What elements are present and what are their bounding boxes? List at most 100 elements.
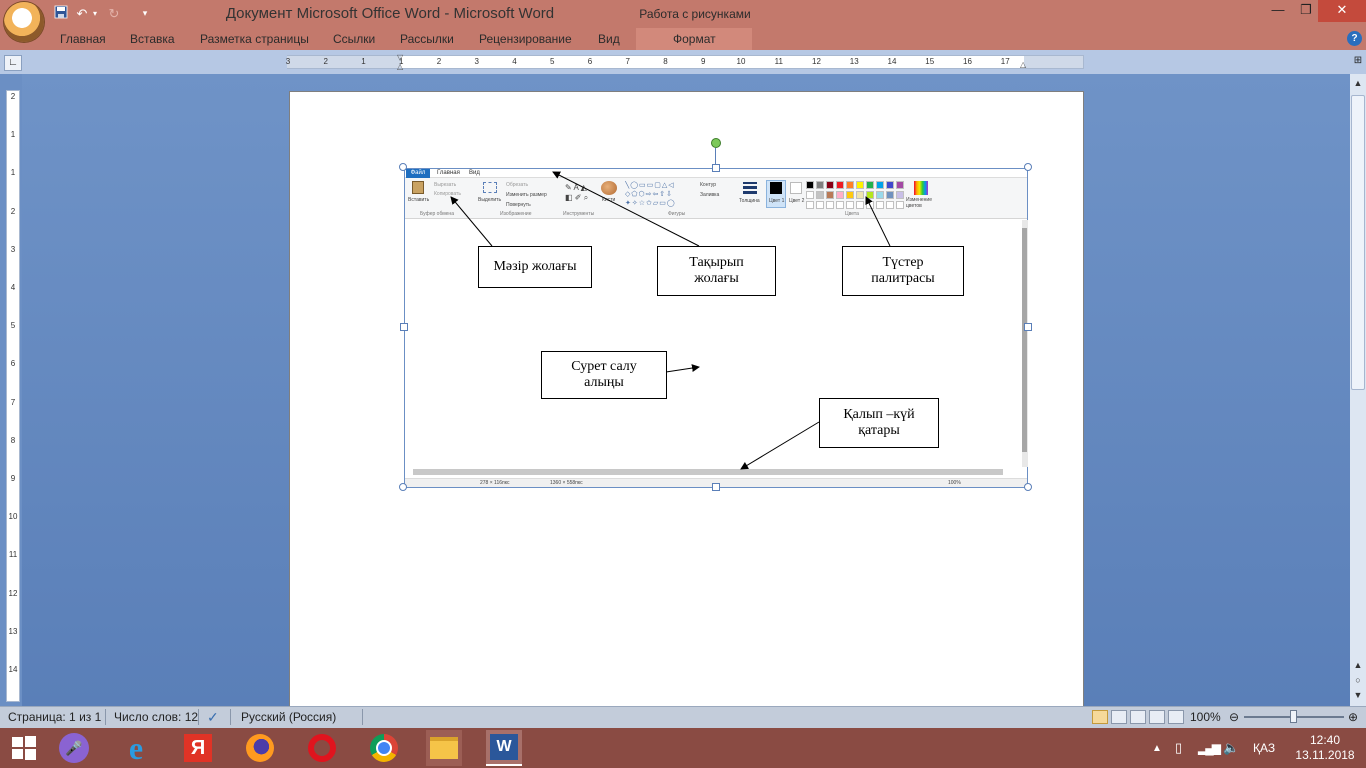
callout-menu-bar: Мәзір жолағы <box>478 246 592 288</box>
ruler-tick-label: 6 <box>587 57 593 66</box>
tab-stop-selector[interactable]: ∟ <box>4 55 22 71</box>
zoom-in-icon[interactable]: ⊕ <box>1348 706 1360 728</box>
browse-object-icon[interactable]: ○ <box>1351 673 1365 687</box>
resize-handle-top[interactable] <box>712 164 720 172</box>
word-icon[interactable]: W <box>486 730 522 766</box>
firefox-icon[interactable] <box>242 730 278 766</box>
tab-view[interactable]: Вид <box>598 28 620 50</box>
start-icon[interactable] <box>6 730 42 766</box>
palette-color-swatch <box>876 181 884 189</box>
chrome-icon[interactable] <box>366 730 402 766</box>
palette-color-swatch <box>826 181 834 189</box>
language-indicator[interactable]: Русский (Россия) <box>241 706 336 728</box>
customize-quick-access-icon[interactable]: ▾ <box>136 5 154 22</box>
palette-color-swatch <box>856 191 864 199</box>
tab-mailings[interactable]: Рассылки <box>400 28 454 50</box>
ruler-tick-label: 9 <box>701 57 706 66</box>
paint-rotate-label: Повернуть <box>506 202 531 208</box>
ruler-tick-label: 17 <box>1000 57 1010 66</box>
clock[interactable]: 12:40 13.11.2018 <box>1295 728 1354 768</box>
ruler-tick-label: 14 <box>887 57 897 66</box>
resize-handle-top-left[interactable] <box>399 163 407 171</box>
vertical-ruler[interactable] <box>6 90 20 702</box>
right-indent-marker-icon[interactable]: △ <box>1020 60 1028 69</box>
cortana-icon[interactable]: 🎤 <box>56 730 92 766</box>
paint-tools-icons: ✎ A ◭ ◧ ✐ ⌕ <box>565 183 589 202</box>
paint-zoom: 100% <box>948 480 961 486</box>
custom-color-slot <box>846 201 854 209</box>
outline-view-icon[interactable] <box>1149 710 1165 724</box>
scroll-up-icon[interactable]: ▲ <box>1351 76 1365 90</box>
zoom-level[interactable]: 100% <box>1190 706 1221 728</box>
palette-color-swatch <box>896 191 904 199</box>
rotate-handle[interactable] <box>711 138 721 148</box>
tools-group-label: Инструменты <box>563 211 595 217</box>
ruler-tick-label: 12 <box>812 57 821 66</box>
full-screen-reading-view-icon[interactable] <box>1111 710 1127 724</box>
office-button[interactable] <box>4 2 44 42</box>
palette-color-swatch <box>896 181 904 189</box>
callout-title-bar: Тақырып жолағы <box>657 246 776 296</box>
ruler-tick-label: 1 <box>10 168 16 178</box>
tab-home[interactable]: Главная <box>60 28 106 50</box>
indent-marker-icon[interactable]: ▽ △ <box>397 53 405 71</box>
next-page-icon[interactable]: ▼ <box>1351 688 1365 702</box>
shapes-gallery: ╲◯▭▭▢△◁ ◇⬠⬡⇨⇦⇧⇩ ✦✧☆✩▱▭◯ <box>625 182 676 207</box>
battery-icon[interactable]: ▯ <box>1175 728 1182 768</box>
view-ruler-icon[interactable]: ⊞ <box>1351 55 1365 69</box>
tab-review[interactable]: Рецензирование <box>479 28 572 50</box>
paint-hscroll-thumb <box>413 469 1003 475</box>
paint-size-label: Толщина <box>739 198 760 204</box>
tab-page-layout[interactable]: Разметка страницы <box>200 28 309 50</box>
previous-page-icon[interactable]: ▲ <box>1351 658 1365 672</box>
language-tray[interactable]: ҚАЗ <box>1253 728 1275 768</box>
proofing-icon[interactable]: ✓ <box>207 706 225 728</box>
palette-color-swatch <box>846 191 854 199</box>
scroll-thumb[interactable] <box>1351 95 1365 390</box>
resize-handle-right[interactable] <box>1024 323 1032 331</box>
window-title: Документ Microsoft Office Word - Microso… <box>225 5 555 22</box>
zoom-slider-thumb[interactable] <box>1290 710 1297 723</box>
custom-color-slot <box>826 201 834 209</box>
save-icon[interactable] <box>52 5 70 22</box>
clipboard-group-label: Буфер обмена <box>420 211 454 217</box>
resize-handle-bottom-right[interactable] <box>1024 483 1032 491</box>
help-icon[interactable]: ? <box>1347 31 1362 46</box>
resize-handle-bottom[interactable] <box>712 483 720 491</box>
file-explorer-icon[interactable] <box>426 730 462 766</box>
ruler-tick-label: 6 <box>10 359 16 369</box>
draft-view-icon[interactable] <box>1168 710 1184 724</box>
paint-copy-label: Копировать <box>434 191 461 197</box>
network-icon[interactable]: ▂▄▆ <box>1198 728 1221 768</box>
resize-handle-top-right[interactable] <box>1024 163 1032 171</box>
print-layout-view-icon[interactable] <box>1092 710 1108 724</box>
page-indicator[interactable]: Страница: 1 из 1 <box>8 706 101 728</box>
yandex-icon[interactable]: Я <box>180 730 216 766</box>
ruler-tick-label: 13 <box>8 626 18 636</box>
palette-color-swatch <box>876 191 884 199</box>
zoom-out-icon[interactable]: ⊖ <box>1229 706 1241 728</box>
ruler-tick-label: 16 <box>963 57 972 66</box>
tab-references[interactable]: Ссылки <box>333 28 375 50</box>
ruler-tick-label: 10 <box>736 57 746 66</box>
resize-handle-bottom-left[interactable] <box>399 483 407 491</box>
web-layout-view-icon[interactable] <box>1130 710 1146 724</box>
close-button[interactable]: ✕ <box>1318 0 1366 22</box>
ruler-tick-label: 3 <box>285 57 291 66</box>
undo-dropdown-icon[interactable]: ▾ <box>90 5 100 22</box>
show-hidden-icons-icon[interactable]: ▲ <box>1152 728 1162 768</box>
paint-edit-colors-label: Изменение цветов <box>906 197 932 209</box>
volume-icon[interactable]: 🔈 <box>1223 728 1239 768</box>
tab-format[interactable]: Формат <box>673 28 716 50</box>
opera-icon[interactable] <box>304 730 340 766</box>
select-icon <box>483 182 497 193</box>
undo-icon[interactable]: ↶ <box>73 5 91 22</box>
resize-handle-left[interactable] <box>400 323 408 331</box>
redo-icon[interactable]: ↻ <box>105 5 123 22</box>
ruler-tick-label: 11 <box>774 57 783 66</box>
custom-color-slot <box>836 201 844 209</box>
internet-explorer-icon[interactable]: e <box>118 730 154 766</box>
word-count[interactable]: Число слов: 12 <box>114 706 198 728</box>
tab-insert[interactable]: Вставка <box>130 28 175 50</box>
paint-paste-label: Вставить <box>408 197 430 203</box>
